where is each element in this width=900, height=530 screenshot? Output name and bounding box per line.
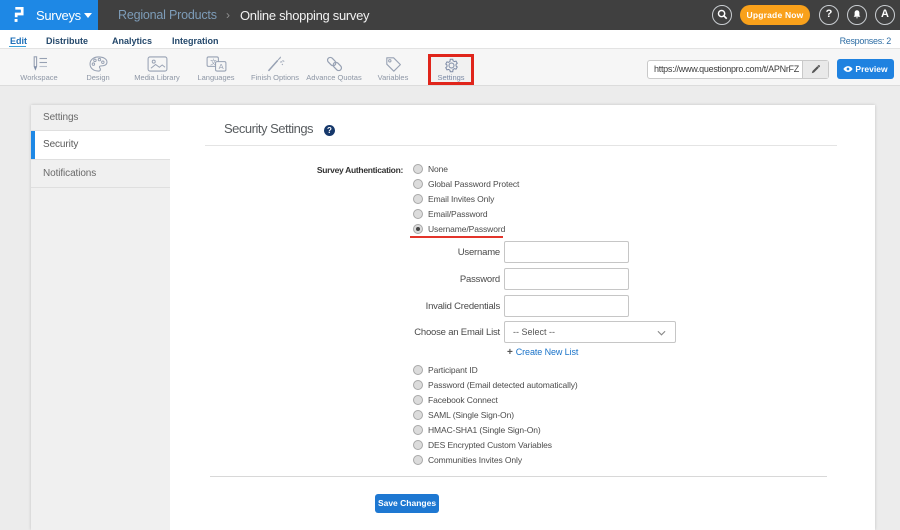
svg-text:A: A (218, 62, 223, 71)
